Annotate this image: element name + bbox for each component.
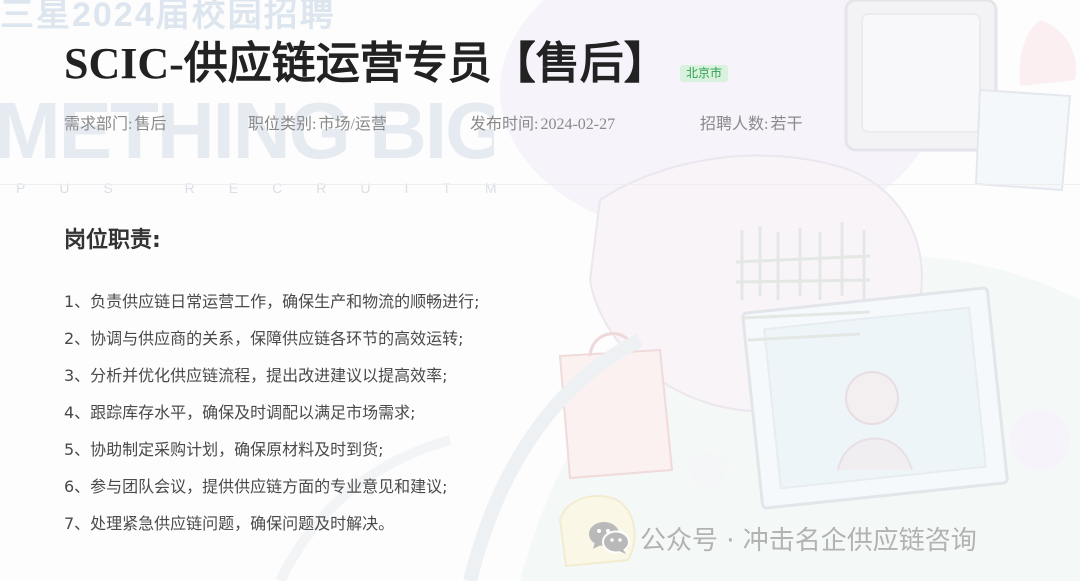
duty-item: 5、协助制定采购计划，确保原材料及时到货; [64,440,384,459]
meta-headcount-label: 招聘人数: [700,116,769,133]
background-banner-text: 三星2024届校园招聘 [0,0,336,30]
watermark-text: 公众号 · 冲击名企供应链咨询 [640,525,977,556]
meta-publish-date-label: 发布时间: [470,116,539,133]
duty-item: 6、参与团队会议，提供供应链方面的专业意见和建议; [64,477,448,496]
duties-list: 1、负责供应链日常运营工作，确保生产和物流的顺畅进行; 2、协调与供应商的关系，… [64,290,784,549]
meta-headcount: 招聘人数: 若干 [700,114,802,136]
meta-publish-date: 发布时间: 2024-02-27 [470,114,615,136]
meta-headcount-value: 若干 [770,116,803,133]
duty-item: 4、跟踪库存水平，确保及时调配以满足市场需求; [64,403,416,422]
duty-item: 2、协调与供应商的关系，保障供应链各环节的高效运转; [64,329,464,348]
duties-heading: 岗位职责: [64,228,161,253]
wechat-icon [589,522,630,554]
wechat-watermark: 公众号 · 冲击名企供应链咨询 [588,518,977,558]
background-subtitle-text: PUS RECRUITMENT [16,180,496,196]
meta-category-value: 市场/运营 [318,116,387,133]
header-divider [0,184,1080,185]
job-meta-row: 需求部门: 售后 职位类别: 市场/运营 发布时间: 2024-02-27 招聘人数:… [64,114,964,136]
duty-item: 3、分析并优化供应链流程，提出改进建议以提高效率; [64,366,448,385]
duty-item: 1、负责供应链日常运营工作，确保生产和物流的顺畅进行; [64,292,480,311]
meta-department-label: 需求部门: [64,116,133,133]
job-title: SCIC-供应链运营专员【售后】 [64,39,668,88]
meta-category-label: 职位类别: [248,116,317,133]
job-detail-page: 三星2024届校园招聘 METHING BIG PUS RECRUITMENT … [0,0,1080,581]
meta-publish-date-value: 2024-02-27 [540,116,616,133]
meta-category: 职位类别: 市场/运营 [248,114,387,136]
meta-department: 需求部门: 售后 [64,114,166,136]
meta-department-value: 售后 [134,116,167,133]
city-badge: 北京市 [680,65,729,82]
